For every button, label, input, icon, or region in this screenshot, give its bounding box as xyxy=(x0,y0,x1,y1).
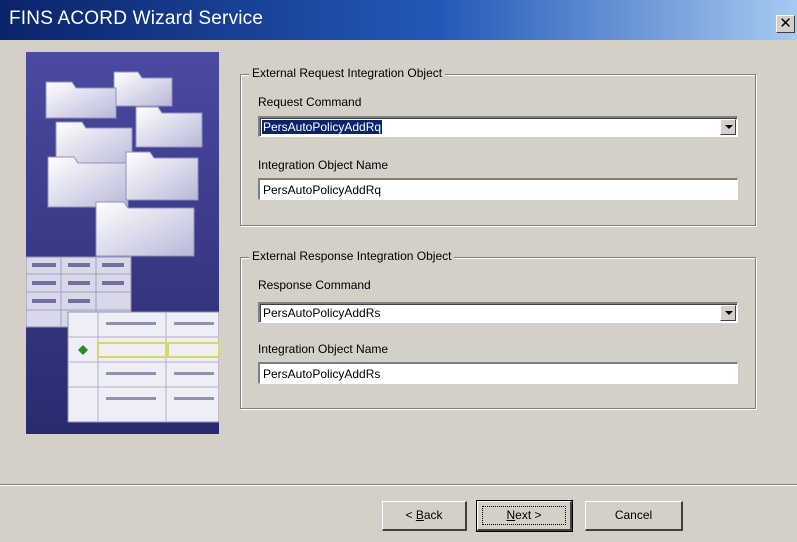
request-groupbox: External Request Integration Object Requ… xyxy=(240,66,756,226)
request-command-dropdown[interactable]: PersAutoPolicyAddRq xyxy=(258,116,738,137)
response-command-value: PersAutoPolicyAddRs xyxy=(263,306,381,320)
request-command-label: Request Command xyxy=(258,95,362,109)
footer-separator-highlight xyxy=(0,485,797,486)
back-button-hotkey: B xyxy=(415,508,424,522)
wizard-folders-illustration xyxy=(26,52,219,434)
response-group-legend: External Response Integration Object xyxy=(249,249,455,263)
cancel-button-label: Cancel xyxy=(614,508,653,522)
back-button-prefix: < xyxy=(405,508,416,522)
window-title: FINS ACORD Wizard Service xyxy=(9,8,264,29)
request-object-name-input[interactable] xyxy=(258,178,738,200)
cancel-button[interactable]: Cancel xyxy=(585,501,683,531)
title-bar[interactable]: FINS ACORD Wizard Service ✕ xyxy=(0,0,797,40)
back-button-rest: ack xyxy=(423,508,443,522)
response-object-name-input[interactable] xyxy=(258,362,738,384)
response-object-name-label: Integration Object Name xyxy=(258,342,389,356)
close-icon: ✕ xyxy=(779,14,792,32)
request-group-legend: External Request Integration Object xyxy=(249,66,446,80)
close-button[interactable]: ✕ xyxy=(776,15,795,33)
wizard-dialog: FINS ACORD Wizard Service ✕ External Req… xyxy=(0,0,797,542)
response-groupbox: External Response Integration Object Res… xyxy=(240,249,756,409)
dropdown-arrow-icon[interactable] xyxy=(720,119,736,135)
request-command-value: PersAutoPolicyAddRq xyxy=(262,120,383,134)
next-button[interactable]: Next > xyxy=(476,500,573,532)
response-command-dropdown[interactable]: PersAutoPolicyAddRs xyxy=(258,302,738,323)
response-command-label: Response Command xyxy=(258,278,371,292)
request-object-name-label: Integration Object Name xyxy=(258,158,389,172)
next-button-rest: ext > xyxy=(515,508,542,522)
dropdown-arrow-icon[interactable] xyxy=(720,305,736,321)
back-button[interactable]: < Back xyxy=(382,501,467,531)
next-button-hotkey: N xyxy=(506,508,516,522)
